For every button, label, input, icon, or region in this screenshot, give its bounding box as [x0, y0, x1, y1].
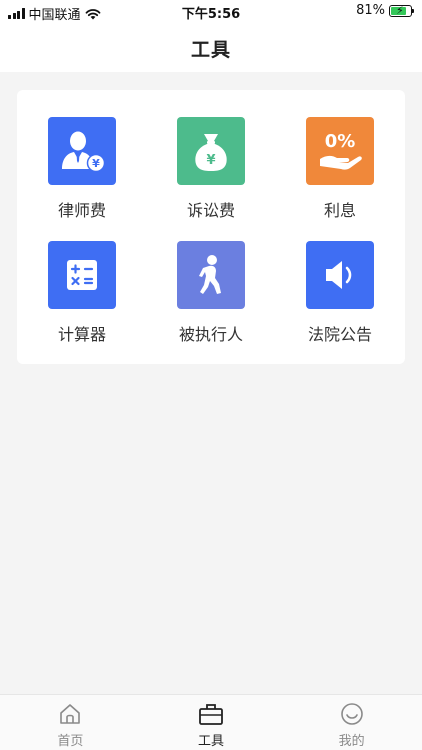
battery-percent: 81%: [356, 3, 385, 18]
charging-bolt-icon: ⚡: [396, 3, 404, 17]
tab-label: 我的: [338, 734, 365, 749]
tool-icon-bg: 0%: [306, 117, 374, 185]
home-icon: [57, 701, 83, 727]
tab-label: 工具: [198, 734, 225, 749]
status-right: 81% ⚡: [356, 3, 414, 18]
tool-lawyer-fee[interactable]: ¥ 律师费: [27, 117, 137, 237]
calculator-icon: [67, 260, 97, 290]
speaker-icon: [326, 261, 352, 289]
tool-icon-bg: ¥: [177, 117, 245, 185]
tab-bar: 首页 工具 我的: [0, 694, 422, 750]
svg-text:0%: 0%: [325, 131, 356, 152]
tab-home[interactable]: 首页: [0, 695, 141, 750]
walking-person-icon: [199, 255, 221, 294]
tab-tools[interactable]: 工具: [141, 695, 282, 750]
lawyer-fee-icon: ¥: [62, 131, 106, 173]
status-bar: 中国联通 下午5:56 81% ⚡: [0, 0, 422, 24]
tab-label: 首页: [57, 734, 84, 749]
smiley-icon: [339, 701, 365, 727]
tool-icon-bg: ¥: [48, 117, 116, 185]
tool-calculator[interactable]: 计算器: [27, 241, 137, 361]
tool-icon-bg: [177, 241, 245, 309]
tool-label: 法院公告: [307, 325, 372, 344]
tab-mine[interactable]: 我的: [281, 695, 422, 750]
tool-label: 计算器: [57, 325, 106, 344]
tool-interest[interactable]: 0% 利息: [285, 117, 395, 237]
interest-percent-icon: 0%: [320, 131, 362, 170]
tool-label: 律师费: [57, 201, 106, 220]
tools-card: ¥ 律师费 ¥ 诉讼费 0% 利息 计算器 被执行人 法院公告: [17, 90, 405, 364]
page-title: 工具: [190, 38, 231, 61]
tool-icon-bg: [48, 241, 116, 309]
tool-icon-bg: [306, 241, 374, 309]
nav-bar: 工具: [0, 24, 422, 72]
svg-text:¥: ¥: [206, 153, 215, 168]
battery-icon: ⚡: [389, 3, 414, 17]
money-bag-icon: ¥: [195, 134, 227, 171]
briefcase-icon: [198, 701, 224, 727]
tool-court-announcement[interactable]: 法院公告: [285, 241, 395, 361]
svg-text:¥: ¥: [92, 157, 100, 170]
tool-executed-person[interactable]: 被执行人: [156, 241, 266, 361]
tool-label: 诉讼费: [186, 201, 235, 220]
tool-label: 利息: [323, 201, 356, 220]
tool-label: 被执行人: [178, 325, 243, 344]
tool-litigation-fee[interactable]: ¥ 诉讼费: [156, 117, 266, 237]
